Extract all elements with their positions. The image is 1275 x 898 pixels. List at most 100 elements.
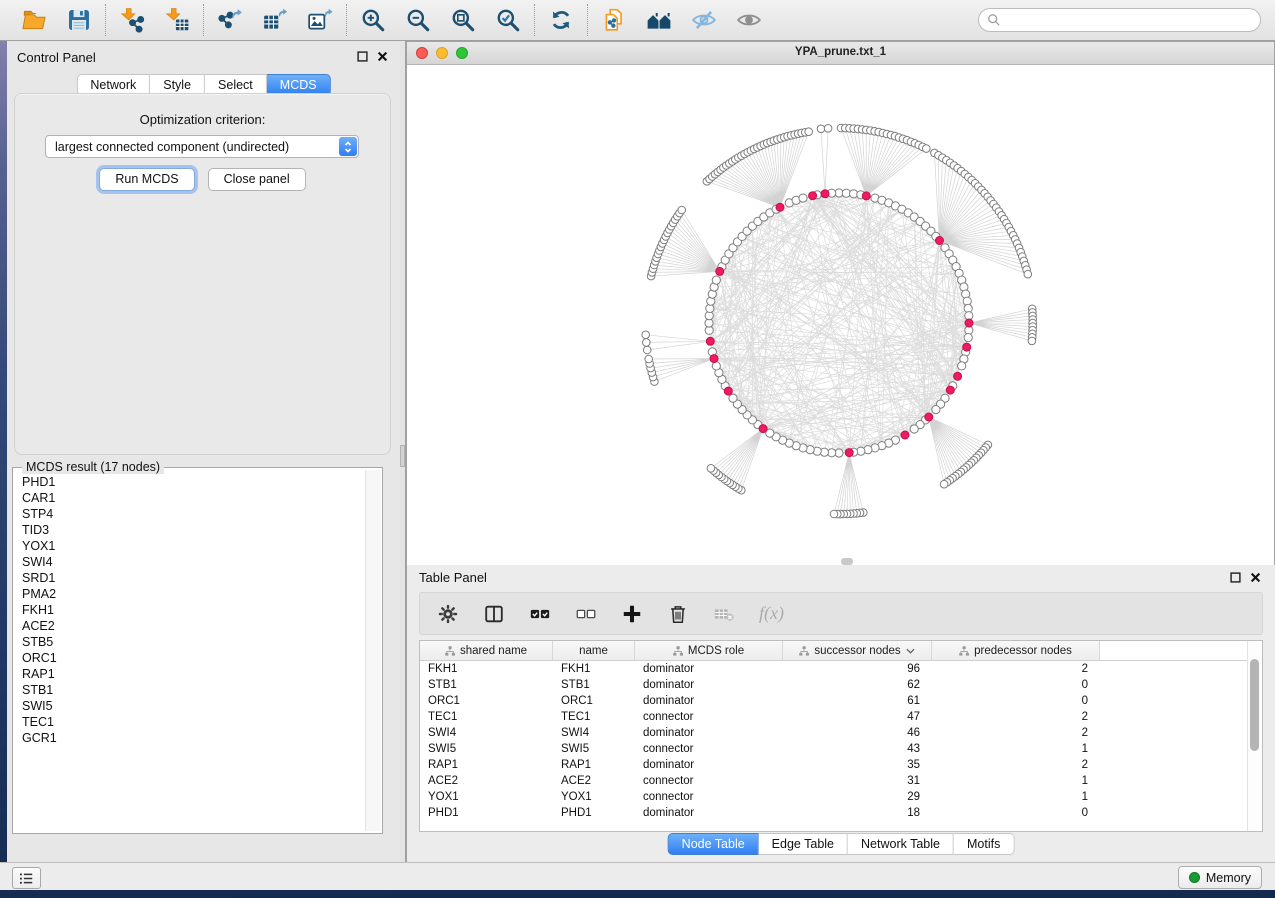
add-column-icon[interactable] [621,603,643,625]
memory-label: Memory [1206,871,1251,885]
mcds-result-item[interactable]: CAR1 [15,490,364,506]
close-window-icon[interactable] [416,47,428,59]
column-header-name[interactable]: name [553,641,635,660]
column-header-mcds-role[interactable]: MCDS role [635,641,783,660]
import-table-icon[interactable] [164,7,190,33]
mcds-result-item[interactable]: STP4 [15,506,364,522]
splitter-grip[interactable] [400,445,405,467]
table-cell: connector [635,709,783,725]
network-window-titlebar[interactable]: YPA_prune.txt_1 [407,42,1274,65]
show-all-icon[interactable] [736,7,762,33]
table-row[interactable]: YOX1YOX1connector291 [420,789,1262,805]
search-input[interactable] [1006,12,1252,28]
table-row[interactable]: TEC1TEC1connector472 [420,709,1262,725]
table-row[interactable]: SWI5SWI5connector431 [420,741,1262,757]
table-row[interactable]: STB1STB1dominator620 [420,677,1262,693]
table-row[interactable]: FKH1FKH1dominator962 [420,661,1262,677]
mcds-result-item[interactable]: SRD1 [15,570,364,586]
mcds-result-item[interactable]: GCR1 [15,730,364,746]
mcds-result-item[interactable]: SWI5 [15,698,364,714]
task-history-button[interactable] [12,867,41,889]
mcds-result-list[interactable]: PHD1CAR1STP4TID3YOX1SWI4SRD1PMA2FKH1ACE2… [15,474,364,831]
zoom-selected-icon[interactable] [495,7,521,33]
zoom-in-icon[interactable] [360,7,386,33]
mcds-result-item[interactable]: TID3 [15,522,364,538]
close-panel-icon[interactable] [377,51,388,62]
table-vscrollbar[interactable] [1247,641,1262,831]
mcds-result-item[interactable]: PHD1 [15,474,364,490]
table-cell: TEC1 [420,709,553,725]
table-cell: PHD1 [420,805,553,821]
column-header-shared-name[interactable]: shared name [420,641,553,660]
tab-edge-table[interactable]: Edge Table [759,833,848,855]
mcds-result-item[interactable]: STB1 [15,682,364,698]
refresh-icon[interactable] [548,7,574,33]
mcds-result-item[interactable]: ORC1 [15,650,364,666]
open-file-icon[interactable] [21,7,47,33]
table-row[interactable]: SWI4SWI4dominator462 [420,725,1262,741]
export-table-icon[interactable] [262,7,288,33]
table-row[interactable]: ACE2ACE2connector311 [420,773,1262,789]
table-cell: PHD1 [553,805,635,821]
tab-motifs[interactable]: Motifs [954,833,1014,855]
float-panel-icon[interactable] [1230,572,1241,583]
zoom-out-icon[interactable] [405,7,431,33]
mcds-result-item[interactable]: PMA2 [15,586,364,602]
tab-node-table[interactable]: Node Table [668,833,759,855]
table-cell: 96 [783,661,932,677]
network-graph[interactable] [407,65,1274,564]
save-session-icon[interactable] [66,7,92,33]
table-row[interactable]: RAP1RAP1dominator352 [420,757,1262,773]
first-neighbors-icon[interactable] [646,7,672,33]
zoom-fit-icon[interactable] [450,7,476,33]
deselect-all-icon[interactable] [575,603,597,625]
tab-network-table[interactable]: Network Table [848,833,954,855]
delete-column-icon[interactable] [667,603,689,625]
table-cell: dominator [635,725,783,741]
mcds-result-item[interactable]: STB5 [15,634,364,650]
criterion-dropdown[interactable]: largest connected component (undirected) [45,135,359,158]
mcds-result-item[interactable]: YOX1 [15,538,364,554]
mcds-result-item[interactable]: RAP1 [15,666,364,682]
table-vscroll-thumb[interactable] [1250,659,1259,751]
memory-button[interactable]: Memory [1178,866,1262,889]
network-hscroll-thumb[interactable] [841,558,853,565]
mcds-result-item[interactable]: SWI4 [15,554,364,570]
table-row[interactable]: PHD1PHD1dominator180 [420,805,1262,821]
dropdown-stepper-icon [339,137,357,156]
mcds-result-item[interactable]: TEC1 [15,714,364,730]
column-header-predecessor-nodes[interactable]: predecessor nodes [932,641,1100,660]
close-panel-button[interactable]: Close panel [208,168,306,191]
run-mcds-button[interactable]: Run MCDS [99,168,194,191]
mcds-result-item[interactable]: ACE2 [15,618,364,634]
close-panel-icon[interactable] [1250,572,1261,583]
hide-selected-icon[interactable] [691,7,717,33]
toolbar-group [203,4,346,36]
table-row[interactable]: ORC1ORC1dominator610 [420,693,1262,709]
select-all-icon[interactable] [529,603,551,625]
duplicate-network-icon[interactable] [601,7,627,33]
mcds-result-item[interactable]: FKH1 [15,602,364,618]
mcds-result-scrollbar[interactable] [365,470,381,831]
table-cell: 47 [783,709,932,725]
toolbar-group [534,4,587,36]
float-panel-icon[interactable] [357,51,368,62]
settings-icon[interactable] [437,603,459,625]
minimize-window-icon[interactable] [436,47,448,59]
main-toolbar [0,0,1275,41]
table-cell: YOX1 [420,789,553,805]
split-pane-icon[interactable] [483,603,505,625]
table-panel: Table Panel f(x) shared namenameMCDS rol… [406,565,1275,862]
export-image-icon[interactable] [307,7,333,33]
network-canvas[interactable] [407,65,1274,566]
maximize-window-icon[interactable] [456,47,468,59]
table-cell: STB1 [420,677,553,693]
export-network-icon[interactable] [217,7,243,33]
table-cell: 2 [932,757,1100,773]
toolbar-group [346,4,534,36]
table-cell: 2 [932,661,1100,677]
column-header-successor-nodes[interactable]: successor nodes [783,641,932,660]
destroy-table-icon[interactable] [713,603,735,625]
import-network-icon[interactable] [119,7,145,33]
search-box[interactable] [978,8,1261,32]
